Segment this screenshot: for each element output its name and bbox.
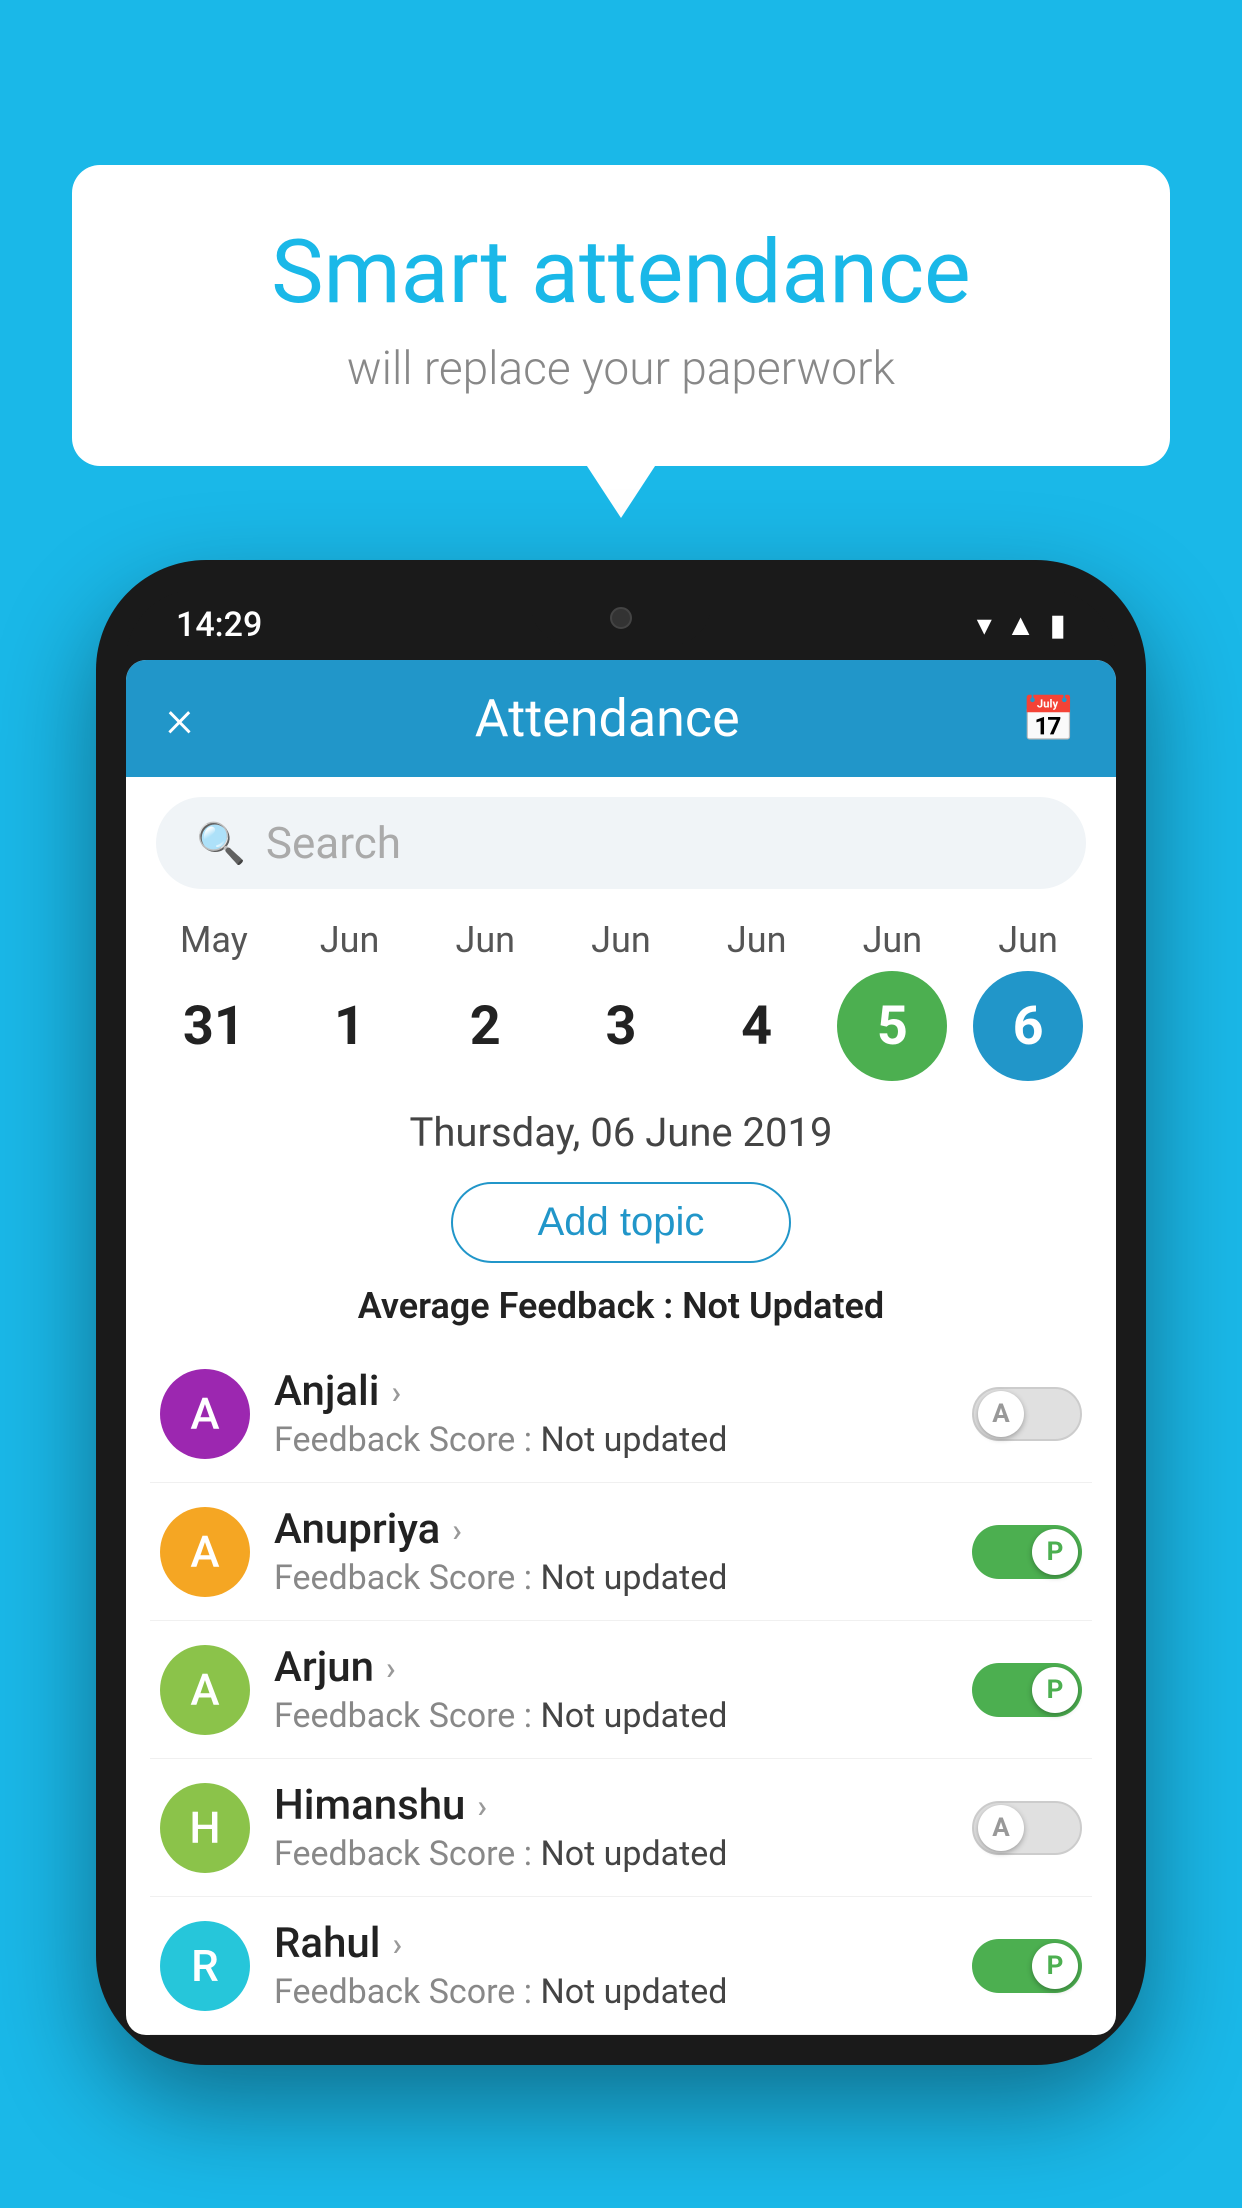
- cal-month-label: Jun: [998, 919, 1058, 961]
- student-feedback: Feedback Score : Not updated: [274, 1834, 948, 1874]
- chevron-right-icon: ›: [392, 1925, 402, 1963]
- student-avatar: A: [160, 1369, 250, 1459]
- speech-bubble: Smart attendance will replace your paper…: [72, 165, 1170, 466]
- cal-month-label: Jun: [455, 919, 515, 961]
- student-feedback: Feedback Score : Not updated: [274, 1558, 948, 1598]
- student-name[interactable]: Himanshu ›: [274, 1781, 948, 1830]
- calendar-day[interactable]: Jun 1: [285, 919, 415, 1081]
- feedback-value: Not updated: [540, 1420, 727, 1460]
- phone-notch: [531, 590, 711, 645]
- calendar-row: May 31 Jun 1 Jun 2 Jun 3 Jun 4 Jun 5 Jun 6: [126, 909, 1116, 1081]
- signal-icon: ▲: [1006, 608, 1036, 643]
- student-feedback: Feedback Score : Not updated: [274, 1972, 948, 2012]
- chevron-right-icon: ›: [391, 1373, 401, 1411]
- cal-month-label: May: [180, 919, 248, 961]
- student-avatar: A: [160, 1507, 250, 1597]
- phone-frame: 14:29 ▾ ▲ ▮ × Attendance 📅 🔍 Search: [96, 560, 1146, 2065]
- status-icons: ▾ ▲ ▮: [977, 608, 1066, 643]
- cal-month-label: Jun: [591, 919, 651, 961]
- chevron-right-icon: ›: [477, 1787, 487, 1825]
- close-button[interactable]: ×: [166, 688, 193, 749]
- toggle-switch[interactable]: P: [972, 1939, 1082, 1993]
- calendar-day[interactable]: Jun 4: [692, 919, 822, 1081]
- student-feedback: Feedback Score : Not updated: [274, 1696, 948, 1736]
- student-info: Rahul ›Feedback Score : Not updated: [274, 1919, 948, 2012]
- battery-icon: ▮: [1049, 608, 1066, 643]
- status-time: 14:29: [176, 605, 262, 645]
- attendance-toggle[interactable]: P: [972, 1525, 1082, 1579]
- student-name[interactable]: Arjun ›: [274, 1643, 948, 1692]
- attendance-toggle[interactable]: P: [972, 1663, 1082, 1717]
- student-info: Arjun ›Feedback Score : Not updated: [274, 1643, 948, 1736]
- cal-month-label: Jun: [727, 919, 787, 961]
- toggle-switch[interactable]: P: [972, 1525, 1082, 1579]
- search-placeholder: Search: [266, 817, 401, 869]
- toggle-knob: P: [1032, 1529, 1078, 1575]
- toggle-switch[interactable]: A: [972, 1801, 1082, 1855]
- student-avatar: A: [160, 1645, 250, 1735]
- toggle-knob: P: [1032, 1667, 1078, 1713]
- student-info: Himanshu ›Feedback Score : Not updated: [274, 1781, 948, 1874]
- calendar-day[interactable]: Jun 3: [556, 919, 686, 1081]
- student-item: A Anjali ›Feedback Score : Not updated A: [150, 1345, 1092, 1483]
- toggle-knob: A: [978, 1805, 1024, 1851]
- calendar-day[interactable]: Jun 5: [827, 919, 957, 1081]
- student-item: A Anupriya ›Feedback Score : Not updated P: [150, 1483, 1092, 1621]
- search-icon: 🔍: [196, 820, 246, 867]
- calendar-day[interactable]: May 31: [149, 919, 279, 1081]
- cal-month-label: Jun: [320, 919, 380, 961]
- student-name[interactable]: Rahul ›: [274, 1919, 948, 1968]
- cal-date-number: 6: [973, 971, 1083, 1081]
- student-info: Anupriya ›Feedback Score : Not updated: [274, 1505, 948, 1598]
- student-info: Anjali ›Feedback Score : Not updated: [274, 1367, 948, 1460]
- feedback-value: Not updated: [540, 1834, 727, 1874]
- phone-top-bar: 14:29 ▾ ▲ ▮: [126, 590, 1116, 660]
- cal-date-number: 31: [159, 971, 269, 1081]
- feedback-value: Not updated: [540, 1558, 727, 1598]
- student-name[interactable]: Anupriya ›: [274, 1505, 948, 1554]
- toggle-switch[interactable]: P: [972, 1663, 1082, 1717]
- avg-feedback-label: Average Feedback :: [358, 1285, 673, 1327]
- student-avatar: R: [160, 1921, 250, 2011]
- student-item: H Himanshu ›Feedback Score : Not updated A: [150, 1759, 1092, 1897]
- search-bar[interactable]: 🔍 Search: [156, 797, 1086, 889]
- chevron-right-icon: ›: [452, 1511, 462, 1549]
- cal-date-number: 5: [837, 971, 947, 1081]
- avg-feedback: Average Feedback : Not Updated: [126, 1279, 1116, 1345]
- toggle-knob: P: [1032, 1943, 1078, 1989]
- calendar-day[interactable]: Jun 6: [963, 919, 1093, 1081]
- wifi-icon: ▾: [977, 608, 992, 643]
- cal-date-number: 3: [566, 971, 676, 1081]
- attendance-toggle[interactable]: P: [972, 1939, 1082, 1993]
- calendar-day[interactable]: Jun 2: [420, 919, 550, 1081]
- cal-date-number: 4: [702, 971, 812, 1081]
- feedback-value: Not updated: [540, 1972, 727, 2012]
- phone-screen: × Attendance 📅 🔍 Search May31Jun1Jun2Jun…: [126, 660, 1116, 2035]
- student-list: AAnjali ›Feedback Score : Not updatedAAA…: [126, 1345, 1116, 2035]
- app-title: Attendance: [475, 688, 740, 749]
- app-header: × Attendance 📅: [126, 660, 1116, 777]
- student-avatar: H: [160, 1783, 250, 1873]
- student-name[interactable]: Anjali ›: [274, 1367, 948, 1416]
- bubble-subtitle: will replace your paperwork: [152, 342, 1090, 396]
- avg-feedback-value: Not Updated: [682, 1285, 884, 1327]
- camera-dot: [610, 607, 632, 629]
- attendance-toggle[interactable]: A: [972, 1801, 1082, 1855]
- student-item: A Arjun ›Feedback Score : Not updated P: [150, 1621, 1092, 1759]
- cal-month-label: Jun: [863, 919, 923, 961]
- selected-date: Thursday, 06 June 2019: [126, 1081, 1116, 1166]
- chevron-right-icon: ›: [386, 1649, 396, 1687]
- phone-wrapper: 14:29 ▾ ▲ ▮ × Attendance 📅 🔍 Search: [96, 560, 1146, 2065]
- cal-date-number: 2: [430, 971, 540, 1081]
- attendance-toggle[interactable]: A: [972, 1387, 1082, 1441]
- add-topic-button[interactable]: Add topic: [451, 1182, 791, 1263]
- feedback-value: Not updated: [540, 1696, 727, 1736]
- toggle-switch[interactable]: A: [972, 1387, 1082, 1441]
- student-item: R Rahul ›Feedback Score : Not updated P: [150, 1897, 1092, 2035]
- bubble-title: Smart attendance: [152, 225, 1090, 322]
- toggle-knob: A: [978, 1391, 1024, 1437]
- student-feedback: Feedback Score : Not updated: [274, 1420, 948, 1460]
- cal-date-number: 1: [295, 971, 405, 1081]
- calendar-icon[interactable]: 📅: [1021, 693, 1076, 745]
